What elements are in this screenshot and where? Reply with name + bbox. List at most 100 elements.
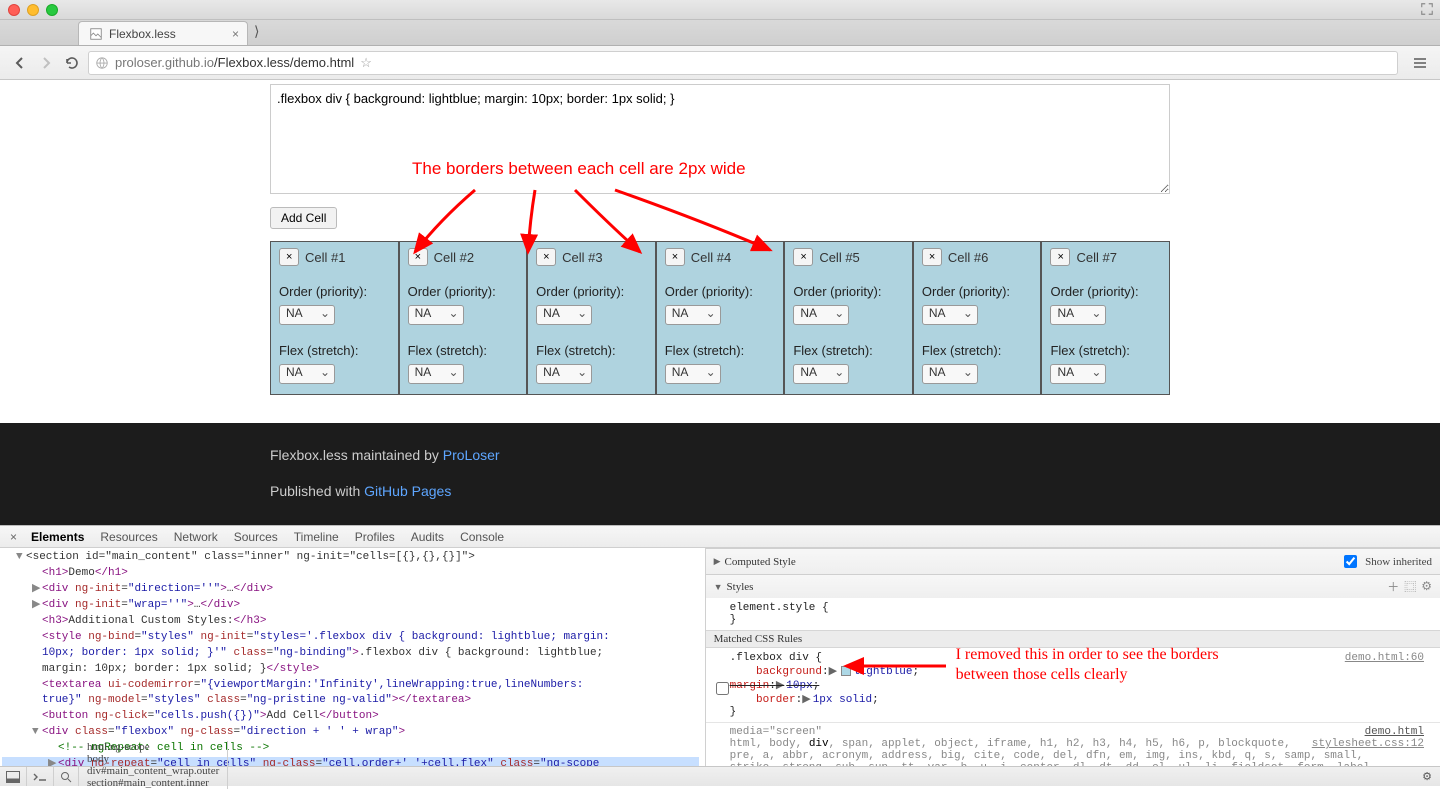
close-tab-icon[interactable]: × [232, 27, 239, 41]
cell-title: Cell #6 [948, 250, 988, 265]
bookmark-star-icon[interactable]: ☆ [360, 55, 372, 71]
disclosure-triangle-icon[interactable]: ▶ [714, 556, 721, 567]
breadcrumb-item[interactable]: body [79, 753, 228, 765]
devtools-tab-profiles[interactable]: Profiles [347, 527, 403, 547]
new-style-rule-icon[interactable]: ＋ [1387, 578, 1399, 595]
breadcrumb-item[interactable]: section#main_content.inner [79, 777, 228, 789]
dom-flexbox[interactable]: <div class="flexbox" ng-class="direction… [42, 726, 405, 738]
order-select[interactable]: NA [408, 305, 464, 325]
console-drawer-icon[interactable] [27, 767, 54, 786]
flex-label: Flex (stretch): [408, 343, 519, 358]
flex-select[interactable]: NA [665, 364, 721, 384]
inspect-element-icon[interactable] [54, 767, 79, 786]
back-button[interactable] [10, 53, 30, 73]
toggle-margin-checkbox[interactable] [716, 682, 729, 695]
devtools-tab-elements[interactable]: Elements [23, 527, 92, 547]
flex-select[interactable]: NA [793, 364, 849, 384]
remove-cell-button[interactable]: × [793, 248, 813, 266]
footer-proloser-link[interactable]: ProLoser [443, 447, 500, 463]
flexbox-demo: ×Cell #1Order (priority):NAFlex (stretch… [270, 241, 1170, 395]
order-select[interactable]: NA [1050, 305, 1106, 325]
cell-title: Cell #7 [1076, 250, 1116, 265]
add-cell-button[interactable]: Add Cell [270, 207, 337, 229]
flex-select[interactable]: NA [1050, 364, 1106, 384]
dom-div-wrap[interactable]: <div ng-init="wrap=''">…</div> [42, 599, 240, 611]
dom-style[interactable]: <style ng-bind="styles" ng-init="styles=… [42, 631, 610, 643]
dom-textarea[interactable]: <textarea ui-codemirror="{viewportMargin… [42, 679, 583, 691]
remove-cell-button[interactable]: × [1050, 248, 1070, 266]
show-inherited-checkbox[interactable] [1344, 555, 1357, 568]
devtools-tab-timeline[interactable]: Timeline [286, 527, 347, 547]
element-style-rule[interactable]: element.style { [730, 602, 1432, 614]
toggle-element-state-icon[interactable]: ⿴ [1404, 578, 1416, 595]
custom-styles-textarea[interactable]: .flexbox div { background: lightblue; ma… [270, 84, 1170, 194]
breadcrumb-item[interactable]: div#main_content_wrap.outer [79, 765, 228, 777]
order-select[interactable]: NA [793, 305, 849, 325]
matched-css-rules-label: Matched CSS Rules [706, 630, 1440, 648]
order-label: Order (priority): [279, 284, 390, 299]
menu-button[interactable] [1410, 53, 1430, 73]
dom-h3[interactable]: <h3>Additional Custom Styles:</h3> [42, 615, 266, 627]
remove-cell-button[interactable]: × [665, 248, 685, 266]
dom-section[interactable]: <section id="main_content" class="inner"… [26, 551, 475, 563]
flex-select[interactable]: NA [279, 364, 335, 384]
flex-select[interactable]: NA [408, 364, 464, 384]
flex-select[interactable]: NA [536, 364, 592, 384]
reset-source-link[interactable]: demo.html [1365, 726, 1432, 738]
devtools-tabbar: × ElementsResourcesNetworkSourcesTimelin… [0, 526, 1440, 548]
breadcrumb-item[interactable]: html.ng-scope [79, 741, 228, 753]
minimize-window-button[interactable] [27, 4, 39, 16]
page-footer: Flexbox.less maintained by ProLoser Publ… [0, 423, 1440, 525]
footer-maintained-text: Flexbox.less maintained by [270, 447, 443, 463]
devtools-settings-icon[interactable]: ⚙ [1414, 770, 1440, 783]
flex-select[interactable]: NA [922, 364, 978, 384]
tab-title: Flexbox.less [109, 27, 176, 41]
remove-cell-button[interactable]: × [536, 248, 556, 266]
disclosure-triangle-icon[interactable]: ▼ [714, 582, 723, 592]
rule-source-link[interactable]: demo.html:60 [1345, 652, 1432, 664]
dom-button[interactable]: <button ng-click="cells.push({})">Add Ce… [42, 710, 379, 722]
flex-cell: ×Cell #7Order (priority):NAFlex (stretch… [1041, 241, 1170, 395]
flex-label: Flex (stretch): [279, 343, 390, 358]
flex-cell: ×Cell #6Order (priority):NAFlex (stretch… [913, 241, 1042, 395]
devtools-elements-tree[interactable]: ▼<section id="main_content" class="inner… [0, 548, 706, 766]
expand-icon[interactable] [1420, 2, 1434, 16]
stylesheet-source-link[interactable]: stylesheet.css:12 [1312, 738, 1432, 750]
devtools-styles-pane[interactable]: ▶ Computed Style Show inherited ▼ Styles… [706, 548, 1440, 766]
order-select[interactable]: NA [536, 305, 592, 325]
maximize-window-button[interactable] [46, 4, 58, 16]
styles-settings-icon[interactable]: ⚙ [1421, 579, 1432, 594]
computed-style-section[interactable]: ▶ Computed Style Show inherited [706, 548, 1440, 574]
dom-h1[interactable]: <h1>Demo</h1> [42, 567, 128, 579]
remove-cell-button[interactable]: × [279, 248, 299, 266]
forward-button[interactable] [36, 53, 56, 73]
devtools-tab-sources[interactable]: Sources [226, 527, 286, 547]
reload-button[interactable] [62, 53, 82, 73]
flex-cell: ×Cell #5Order (priority):NAFlex (stretch… [784, 241, 913, 395]
devtools-close-button[interactable]: × [4, 530, 23, 544]
devtools-tab-resources[interactable]: Resources [92, 527, 165, 547]
order-select[interactable]: NA [279, 305, 335, 325]
devtools-breadcrumb-bar: html.ng-scopebodydiv#main_content_wrap.o… [0, 766, 1440, 786]
url-path: /Flexbox.less/demo.html [214, 55, 354, 70]
devtools-tab-network[interactable]: Network [166, 527, 226, 547]
order-select[interactable]: NA [665, 305, 721, 325]
remove-cell-button[interactable]: × [408, 248, 428, 266]
remove-cell-button[interactable]: × [922, 248, 942, 266]
flex-label: Flex (stretch): [793, 343, 904, 358]
order-select[interactable]: NA [922, 305, 978, 325]
flex-cell: ×Cell #2Order (priority):NAFlex (stretch… [399, 241, 528, 395]
styles-section[interactable]: ▼ Styles ＋ ⿴ ⚙ [706, 574, 1440, 598]
address-bar[interactable]: proloser.github.io/Flexbox.less/demo.htm… [88, 51, 1398, 75]
new-tab-button[interactable]: ⟩ [254, 23, 259, 42]
close-window-button[interactable] [8, 4, 20, 16]
footer-githubpages-link[interactable]: GitHub Pages [364, 483, 451, 499]
devtools-tab-console[interactable]: Console [452, 527, 512, 547]
rule-border-prop[interactable]: border:▶1px solid; [730, 692, 1432, 706]
devtools-tab-audits[interactable]: Audits [403, 527, 452, 547]
flex-cell: ×Cell #1Order (priority):NAFlex (stretch… [270, 241, 399, 395]
dock-side-icon[interactable] [0, 767, 27, 786]
browser-toolbar: proloser.github.io/Flexbox.less/demo.htm… [0, 46, 1440, 80]
dom-div-direction[interactable]: <div ng-init="direction=''">…</div> [42, 583, 273, 595]
browser-tab[interactable]: Flexbox.less × [78, 21, 248, 45]
